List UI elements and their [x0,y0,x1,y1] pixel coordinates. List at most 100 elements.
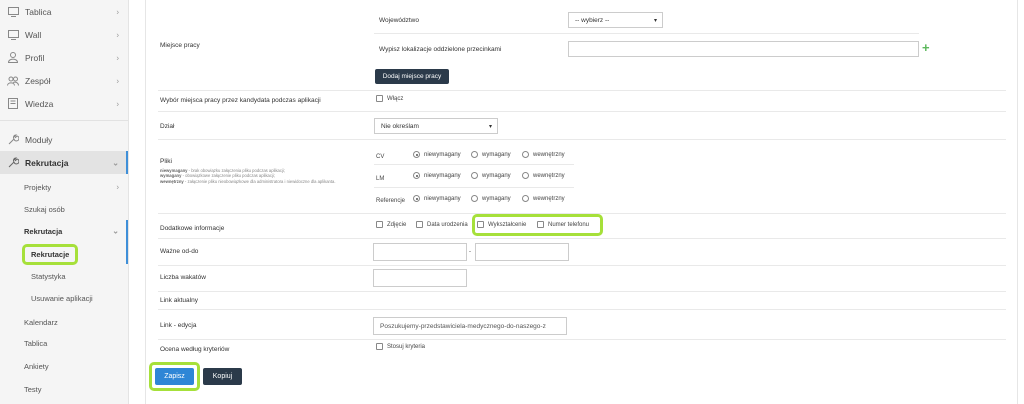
date-separator: - [469,249,471,255]
option-label: wewnętrzny [533,152,565,158]
sidebar-sub-label: Ankiety [24,361,49,371]
add-location-plus-icon[interactable]: + [922,40,930,55]
pliki-hint-line: wewnętrzny - załączenie pliku nieobowiąz… [160,179,375,184]
sidebar-sub-szukaj-osob[interactable]: Szukaj osób [0,198,128,220]
zdjecie-checkbox[interactable] [376,221,383,228]
ref-wewnetrzny-radio[interactable] [522,195,529,202]
chevron-right-icon: › [116,7,119,16]
link-aktualny-label: Link aktualny [160,297,198,304]
wakatow-input[interactable] [373,269,467,287]
sidebar-sub-label: Tablica [24,338,48,348]
link-edycja-input[interactable]: Poszukujemy-przedstawiciela-medycznego-d… [373,317,567,335]
chevron-right-icon: › [116,99,119,108]
dzial-select[interactable]: Nie określam ▾ [374,118,498,134]
link-edycja-label: Link - edycja [160,322,197,329]
active-marker [126,151,128,174]
wrench-icon [7,157,19,169]
pliki-referencje-label: Referencje [376,198,406,204]
chevron-down-icon: ⌄ [112,226,119,236]
sidebar-item-label: Moduły [25,134,53,145]
hint-term: wymagany [160,173,182,179]
stosuj-kryteria-label: Stosuj kryteria [387,344,426,350]
row-divider [374,187,574,188]
monitor-icon [7,6,19,18]
wazne-do-input[interactable] [475,243,569,261]
sidebar-sub-kalendarz[interactable]: Kalendarz [0,311,128,333]
chevron-right-icon: › [116,76,119,85]
sidebar-subsub-usuwanie[interactable]: Usuwanie aplikacji [0,287,128,309]
sidebar-item-profil[interactable]: Profil › [0,46,128,69]
wojewodztwo-select[interactable]: -- wybierz -- ▾ [568,12,663,28]
hint-term: niewymagany [160,168,188,173]
option-label: niewymagany [424,173,461,179]
recruitment-form: Miejsce pracy Województwo -- wybierz -- … [145,0,1018,404]
sidebar-item-wall[interactable]: Wall › [0,23,128,46]
lm-niewymagany-radio[interactable] [413,172,420,179]
sidebar-sub-rekrutacja[interactable]: Rekrutacja ⌄ [0,220,128,242]
sidebar-item-label: Wiedza [25,98,54,109]
ref-niewymagany-radio[interactable] [413,195,420,202]
add-workplace-button[interactable]: Dodaj miejsce pracy [375,69,449,84]
lm-wewnetrzny-radio[interactable] [522,172,529,179]
data-urodzenia-checkbox[interactable] [416,221,423,228]
hint-term: wewnętrzny [160,178,184,184]
sidebar-item-label: Profil [25,52,45,63]
wlacz-checkbox[interactable] [376,95,383,102]
row-divider [158,309,1006,310]
chevron-right-icon: › [116,30,119,39]
sidebar: Tablica › Wall › Profil › Zespół › Wiedz… [0,0,129,404]
copy-button[interactable]: Kopiuj [203,368,242,385]
sidebar-sub-testy[interactable]: Testy [0,378,128,400]
option-label: wymagany [482,173,511,179]
wlacz-label: Włącz [387,96,404,102]
wojewodztwo-label: Województwo [379,17,419,24]
lm-wymagany-radio[interactable] [471,172,478,179]
cv-niewymagany-radio[interactable] [413,151,420,158]
sidebar-sub-label: Rekrutacja [24,226,63,236]
lokalizacje-input[interactable] [568,41,919,57]
wazne-od-input[interactable] [373,243,467,261]
highlight-rekrutacje [22,244,78,265]
highlight-save [149,362,200,391]
sidebar-sub-label: Szukaj osób [24,204,65,214]
sidebar-subsub-label: Usuwanie aplikacji [31,293,93,303]
option-label: wewnętrzny [533,196,565,202]
pliki-label: Pliki [160,158,172,165]
sidebar-item-moduly[interactable]: Moduły [0,128,128,151]
dodatkowe-label: Dodatkowe informacje [160,225,225,232]
stosuj-kryteria-checkbox[interactable] [376,343,383,350]
ocena-label: Ocena według kryteriów [160,346,230,353]
sidebar-item-zespol[interactable]: Zespół › [0,69,128,92]
data-urodzenia-label: Data urodzenia [427,222,468,228]
ref-wymagany-radio[interactable] [471,195,478,202]
option-label: niewymagany [424,196,461,202]
row-divider [158,90,1006,91]
sidebar-sub-projekty[interactable]: Projekty › [0,176,128,198]
chevron-right-icon: › [116,53,119,62]
users-icon [7,75,19,87]
lokalizacje-label: Wypisz lokalizacje oddzielone przecinkam… [379,46,502,53]
sidebar-sub-ankiety[interactable]: Ankiety [0,355,128,377]
sidebar-subsub-statystyka[interactable]: Statystyka [0,265,128,287]
cv-wymagany-radio[interactable] [471,151,478,158]
row-divider [158,339,1006,340]
cv-wewnetrzny-radio[interactable] [522,151,529,158]
miejsce-pracy-label: Miejsce pracy [160,42,200,49]
sidebar-item-label: Rekrutacja [25,157,69,168]
dzial-value: Nie określam [381,122,419,130]
wojewodztwo-value: -- wybierz -- [575,16,610,24]
hint-text: - brak obowiązku załączenia pliku podcza… [187,168,285,173]
monitor-icon [7,29,19,41]
row-divider [374,33,919,34]
sidebar-item-tablica[interactable]: Tablica › [0,0,128,23]
book-icon [7,98,19,110]
sidebar-item-rekrutacja[interactable]: Rekrutacja ⌄ [0,151,128,174]
hint-text: - obowiązkowe załączenie pliku podczas a… [181,173,275,179]
sidebar-item-wiedza[interactable]: Wiedza › [0,92,128,115]
sidebar-item-label: Wall [25,29,42,40]
zdjecie-label: Zdjęcie [387,222,407,228]
wrench-icon [7,134,19,146]
sidebar-sub-tablica[interactable]: Tablica [0,332,128,354]
option-label: niewymagany [424,152,461,158]
wazne-label: Ważne od-do [160,248,199,255]
